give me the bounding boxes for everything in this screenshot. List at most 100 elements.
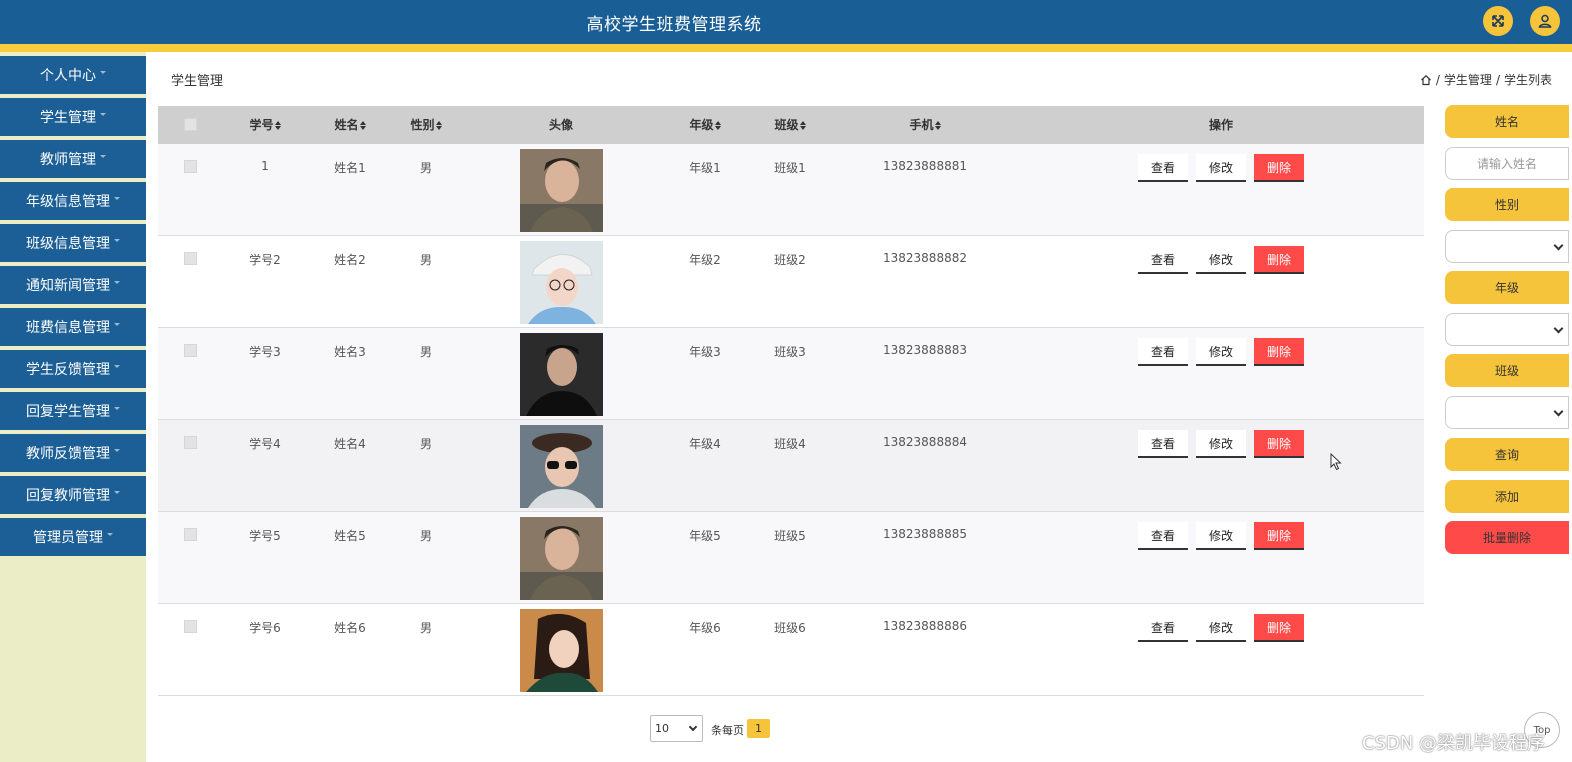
cell-class: 班级6 [774, 621, 806, 635]
sidebar-item-profile[interactable]: 个人中心 [0, 56, 146, 96]
cell-gender: 男 [419, 345, 432, 359]
app-title: 高校学生班费管理系统 [586, 15, 762, 35]
search-button[interactable]: 查询 [1445, 438, 1569, 471]
top-bar: 高校学生班费管理系统 [0, 0, 1572, 44]
column-header-name[interactable]: 姓名 [320, 106, 380, 144]
breadcrumb-item-students[interactable]: 学生管理 [1444, 71, 1492, 88]
edit-button[interactable]: 修改 [1196, 430, 1246, 458]
sort-icon[interactable] [435, 120, 442, 131]
column-header-avatar: 头像 [548, 118, 573, 132]
sidebar-item-admins[interactable]: 管理员管理 [0, 518, 146, 558]
cell-class: 班级5 [774, 529, 806, 543]
delete-button[interactable]: 删除 [1254, 338, 1304, 366]
row-checkbox[interactable] [184, 344, 197, 357]
table-row: 学号5 姓名5 男 年级5 班级5 13823888885 查看 修改 删除 [158, 512, 1424, 604]
column-header-phone[interactable]: 手机 [895, 106, 955, 144]
sidebar-item-classes[interactable]: 班级信息管理 [0, 224, 146, 264]
sort-icon[interactable] [714, 120, 721, 131]
name-search-input[interactable]: 请输入姓名 [1445, 147, 1569, 180]
cell-phone: 13823888886 [883, 619, 967, 633]
delete-button[interactable]: 删除 [1254, 430, 1304, 458]
sidebar-item-grades[interactable]: 年级信息管理 [0, 182, 146, 222]
batch-delete-button[interactable]: 批量删除 [1445, 521, 1569, 554]
breadcrumb-separator: / [1495, 72, 1500, 87]
column-header-class[interactable]: 班级 [760, 106, 820, 144]
edit-button[interactable]: 修改 [1196, 522, 1246, 550]
sidebar-item-news[interactable]: 通知新闻管理 [0, 266, 146, 306]
edit-button[interactable]: 修改 [1196, 246, 1246, 274]
user-button[interactable] [1530, 6, 1560, 36]
fullscreen-button[interactable] [1483, 6, 1513, 36]
view-button[interactable]: 查看 [1138, 338, 1188, 366]
sidebar-item-student-replies[interactable]: 回复学生管理 [0, 392, 146, 432]
name-filter-label: 姓名 [1445, 105, 1569, 138]
row-checkbox[interactable] [184, 160, 197, 173]
gender-select[interactable] [1445, 230, 1569, 263]
avatar-image[interactable] [520, 241, 603, 324]
cell-phone: 13823888884 [883, 435, 967, 449]
cell-grade: 年级4 [689, 437, 721, 451]
sidebar-item-teachers[interactable]: 教师管理 [0, 140, 146, 180]
delete-button[interactable]: 删除 [1254, 614, 1304, 642]
avatar-image[interactable] [520, 609, 603, 692]
column-header-id[interactable]: 学号 [235, 106, 295, 144]
delete-button[interactable]: 删除 [1254, 246, 1304, 274]
column-header-actions: 操作 [1208, 118, 1233, 132]
row-checkbox[interactable] [184, 436, 197, 449]
avatar-image[interactable] [520, 517, 603, 600]
breadcrumb: / 学生管理 / 学生列表 [1420, 71, 1552, 88]
row-checkbox[interactable] [184, 252, 197, 265]
cell-name: 姓名2 [334, 253, 366, 267]
breadcrumb-item-list: 学生列表 [1503, 73, 1552, 87]
mouse-cursor-icon [1330, 453, 1342, 471]
sort-icon[interactable] [799, 120, 806, 131]
row-checkbox[interactable] [184, 528, 197, 541]
chevron-down-icon [114, 322, 120, 326]
cell-grade: 年级2 [689, 253, 721, 267]
add-button[interactable]: 添加 [1445, 480, 1569, 513]
page-size-select[interactable]: 10 [650, 715, 703, 742]
sort-icon[interactable] [359, 120, 366, 131]
column-header-grade[interactable]: 年级 [675, 106, 735, 144]
page-number-button[interactable]: 1 [747, 719, 770, 738]
fullscreen-icon [1492, 15, 1504, 27]
home-icon[interactable] [1420, 74, 1432, 86]
chevron-down-icon [100, 154, 106, 158]
delete-button[interactable]: 删除 [1254, 522, 1304, 550]
sidebar-item-students[interactable]: 学生管理 [0, 98, 146, 138]
sidebar-item-student-feedback[interactable]: 学生反馈管理 [0, 350, 146, 390]
view-button[interactable]: 查看 [1138, 522, 1188, 550]
avatar-image[interactable] [520, 333, 603, 416]
view-button[interactable]: 查看 [1138, 246, 1188, 274]
cell-name: 姓名1 [334, 161, 366, 175]
sidebar-item-label: 年级信息管理 [26, 194, 110, 210]
sidebar-item-teacher-replies[interactable]: 回复教师管理 [0, 476, 146, 516]
class-select[interactable] [1445, 396, 1569, 429]
delete-button[interactable]: 删除 [1254, 154, 1304, 182]
select-all-checkbox[interactable] [184, 118, 197, 131]
edit-button[interactable]: 修改 [1196, 614, 1246, 642]
cell-id: 学号6 [249, 621, 281, 635]
chevron-down-icon [107, 532, 113, 536]
view-button[interactable]: 查看 [1138, 430, 1188, 458]
row-checkbox[interactable] [184, 620, 197, 633]
avatar-image[interactable] [520, 425, 603, 508]
sidebar-item-label: 学生管理 [40, 110, 96, 126]
sort-icon[interactable] [274, 120, 281, 131]
edit-button[interactable]: 修改 [1196, 154, 1246, 182]
cell-grade: 年级3 [689, 345, 721, 359]
grade-select[interactable] [1445, 313, 1569, 346]
column-header-gender[interactable]: 性别 [396, 106, 456, 144]
chevron-down-icon [688, 722, 698, 732]
sort-icon[interactable] [934, 120, 941, 131]
sidebar-item-label: 班级信息管理 [26, 236, 110, 252]
view-button[interactable]: 查看 [1138, 614, 1188, 642]
cell-gender: 男 [419, 621, 432, 635]
sidebar-item-fees[interactable]: 班费信息管理 [0, 308, 146, 348]
cell-id: 学号4 [249, 437, 281, 451]
chevron-down-icon [100, 112, 106, 116]
edit-button[interactable]: 修改 [1196, 338, 1246, 366]
view-button[interactable]: 查看 [1138, 154, 1188, 182]
avatar-image[interactable] [520, 149, 603, 232]
sidebar-item-teacher-feedback[interactable]: 教师反馈管理 [0, 434, 146, 474]
